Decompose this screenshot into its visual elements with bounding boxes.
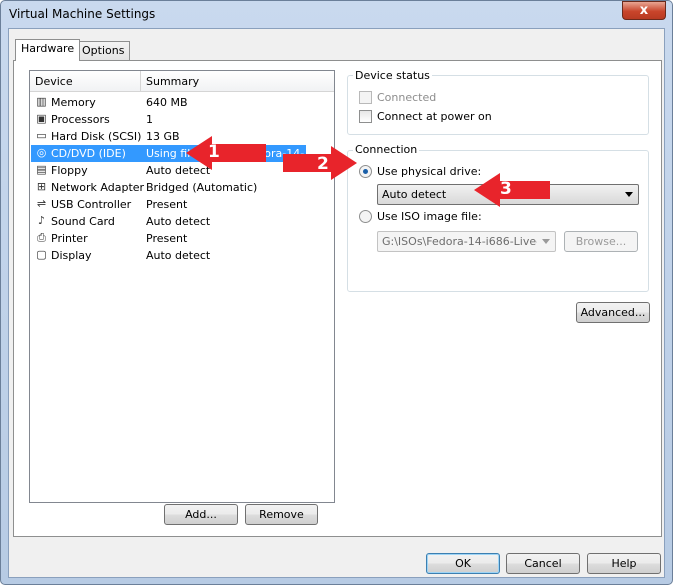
device-status-group xyxy=(347,75,649,135)
device-row-memory[interactable]: ▥ Memory 640 MB xyxy=(31,94,306,111)
network-adapter-icon: ⊞ xyxy=(36,180,47,193)
remove-button[interactable]: Remove xyxy=(245,504,318,525)
iso-image-path-select[interactable]: G:\ISOs\Fedora-14-i686-Live-De xyxy=(377,231,556,252)
connection-label: Connection xyxy=(353,143,420,156)
device-name: Sound Card xyxy=(51,215,115,228)
device-row-display[interactable]: ▢ Display Auto detect xyxy=(31,247,306,264)
device-name: CD/DVD (IDE) xyxy=(51,147,126,160)
device-name: Display xyxy=(51,249,92,262)
connected-checkbox[interactable] xyxy=(359,91,372,104)
annotation-arrow-1: 1 xyxy=(186,136,266,170)
window: Virtual Machine Settings x Hardware Opti… xyxy=(0,0,673,585)
physical-drive-value: Auto detect xyxy=(382,188,447,201)
device-name: Printer xyxy=(51,232,88,245)
chevron-down-icon xyxy=(625,192,633,197)
printer-icon: ⎙ xyxy=(37,231,46,244)
device-name: Processors xyxy=(51,113,110,126)
annotation-arrow-3: 3 xyxy=(474,173,550,207)
add-button[interactable]: Add... xyxy=(164,504,238,525)
device-summary: Auto detect xyxy=(146,215,211,228)
device-summary: Bridged (Automatic) xyxy=(146,181,258,194)
sound-card-icon: ♪ xyxy=(37,214,46,227)
use-physical-drive-radio[interactable] xyxy=(359,165,372,178)
display-icon: ▢ xyxy=(36,248,47,261)
connect-at-power-on-checkbox[interactable] xyxy=(359,110,372,123)
processor-icon: ▣ xyxy=(36,112,47,125)
device-row-processors[interactable]: ▣ Processors 1 xyxy=(31,111,306,128)
device-row-usb-controller[interactable]: ⇌ USB Controller Present xyxy=(31,196,306,213)
device-name: Memory xyxy=(51,96,96,109)
close-button[interactable]: x xyxy=(622,1,666,20)
device-row-network-adapter[interactable]: ⊞ Network Adapter Bridged (Automatic) xyxy=(31,179,306,196)
annotation-arrow-2: 2 xyxy=(283,146,357,180)
device-summary: 640 MB xyxy=(146,96,188,109)
device-status-label: Device status xyxy=(353,69,432,82)
hard-disk-icon: ▭ xyxy=(36,129,47,142)
window-title: Virtual Machine Settings xyxy=(9,7,156,21)
device-summary: Present xyxy=(146,232,188,245)
ok-button[interactable]: OK xyxy=(426,553,500,574)
chevron-down-icon xyxy=(542,239,550,244)
memory-icon: ▥ xyxy=(36,95,47,108)
device-summary: 1 xyxy=(146,113,153,126)
device-list[interactable]: Device Summary ▥ Memory 640 MB ▣ Processors 1… xyxy=(29,70,335,503)
device-name: Network Adapter xyxy=(51,181,145,194)
tab-hardware[interactable]: Hardware xyxy=(15,39,81,61)
help-button[interactable]: Help xyxy=(587,553,661,574)
device-list-header: Device Summary xyxy=(30,71,334,92)
cd-dvd-icon: ◎ xyxy=(36,146,47,159)
use-physical-drive-label: Use physical drive: xyxy=(377,165,482,178)
advanced-button[interactable]: Advanced... xyxy=(576,302,650,323)
device-row-sound-card[interactable]: ♪ Sound Card Auto detect xyxy=(31,213,306,230)
title-bar[interactable]: Virtual Machine Settings x xyxy=(1,1,672,29)
hardware-panel: Device Summary ▥ Memory 640 MB ▣ Processors 1… xyxy=(13,60,662,537)
connect-at-power-on-label: Connect at power on xyxy=(377,110,492,123)
browse-button[interactable]: Browse... xyxy=(564,231,638,252)
device-summary: Present xyxy=(146,198,188,211)
device-name: Hard Disk (SCSI) xyxy=(51,130,142,143)
device-row-printer[interactable]: ⎙ Printer Present xyxy=(31,230,306,247)
floppy-icon: ▤ xyxy=(36,163,47,176)
device-name: Floppy xyxy=(51,164,88,177)
usb-icon: ⇌ xyxy=(36,197,47,210)
cancel-button[interactable]: Cancel xyxy=(506,553,580,574)
tab-options[interactable]: Options xyxy=(76,41,131,61)
device-name: USB Controller xyxy=(51,198,132,211)
device-summary: Auto detect xyxy=(146,249,211,262)
column-header-device[interactable]: Device xyxy=(30,71,141,92)
use-iso-image-label: Use ISO image file: xyxy=(377,210,482,223)
column-header-summary[interactable]: Summary xyxy=(141,71,334,92)
iso-image-path-value: G:\ISOs\Fedora-14-i686-Live-De xyxy=(382,235,537,248)
close-icon: x xyxy=(639,3,649,18)
dialog-client: Hardware Options Device Summary ▥ Memory 6… xyxy=(8,28,665,578)
use-iso-image-radio[interactable] xyxy=(359,210,372,223)
connected-label: Connected xyxy=(377,91,437,104)
